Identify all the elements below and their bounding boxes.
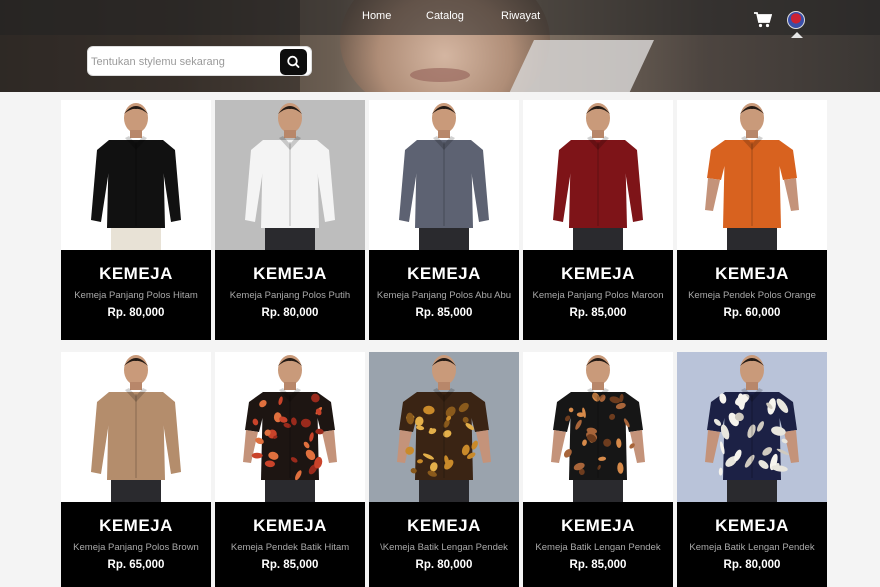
hero-model-lips — [410, 68, 470, 82]
product-category: KEMEJA — [715, 516, 789, 535]
product-photo — [61, 352, 211, 502]
product-category: KEMEJA — [99, 264, 173, 283]
product-name: Kemeja Panjang Polos Abu Abu — [376, 290, 512, 301]
product-card[interactable]: KEMEJA \Kemeja Batik Lengan Pendek Rp. 80,… — [369, 352, 519, 587]
product-price: Rp. 80,000 — [723, 559, 781, 571]
product-price: Rp. 80,000 — [107, 307, 165, 319]
product-photo — [61, 100, 211, 250]
product-card[interactable]: KEMEJA Kemeja Panjang Polos Putih Rp. 80,0… — [215, 100, 365, 340]
product-category: KEMEJA — [561, 264, 635, 283]
product-info: KEMEJA Kemeja Pendek Batik Hitam Rp. 85,00… — [215, 502, 365, 587]
product-photo — [369, 352, 519, 502]
product-name: Kemeja Panjang Polos Putih — [229, 290, 351, 301]
product-price: Rp. 80,000 — [415, 559, 473, 571]
product-category: KEMEJA — [407, 516, 481, 535]
product-name: Kemeja Panjang Polos Maroon — [532, 290, 664, 301]
product-card[interactable]: KEMEJA Kemeja Panjang Polos Brown Rp. 65,0… — [61, 352, 211, 587]
product-grid: KEMEJA Kemeja Panjang Polos Hitam Rp. 80,0… — [61, 100, 831, 587]
product-card[interactable]: KEMEJA Kemeja Panjang Polos Maroon Rp. 85,… — [523, 100, 673, 340]
nav-riwayat-link[interactable]: Riwayat — [501, 10, 540, 22]
product-name: Kemeja Batik Lengan Pendek — [689, 542, 815, 553]
profile-avatar[interactable] — [787, 11, 805, 29]
product-name: Kemeja Batik Lengan Pendek — [535, 542, 661, 553]
search-icon — [287, 55, 300, 68]
product-price: Rp. 85,000 — [415, 307, 473, 319]
product-category: KEMEJA — [715, 264, 789, 283]
product-info: KEMEJA Kemeja Panjang Polos Maroon Rp. 85,… — [523, 250, 673, 340]
product-name: Kemeja Pendek Polos Orange — [688, 290, 816, 301]
product-card[interactable]: KEMEJA Kemeja Panjang Polos Hitam Rp. 80,0… — [61, 100, 211, 340]
product-price: Rp. 80,000 — [261, 307, 319, 319]
search-input[interactable] — [91, 52, 276, 72]
product-card[interactable]: KEMEJA Kemeja Pendek Batik Hitam Rp. 85,00… — [215, 352, 365, 587]
product-info: KEMEJA Kemeja Panjang Polos Putih Rp. 80,0… — [215, 250, 365, 340]
product-card[interactable]: KEMEJA Kemeja Batik Lengan Pendek Rp. 80,0… — [677, 352, 827, 587]
nav-home-link[interactable]: Home — [362, 10, 391, 22]
product-photo — [215, 352, 365, 502]
product-name: Kemeja Panjang Polos Brown — [73, 542, 199, 553]
product-info: KEMEJA Kemeja Batik Lengan Pendek Rp. 80,0… — [677, 502, 827, 587]
product-name: \Kemeja Batik Lengan Pendek — [380, 542, 508, 553]
product-price: Rp. 65,000 — [107, 559, 165, 571]
product-card[interactable]: KEMEJA Kemeja Panjang Polos Abu Abu Rp. 85… — [369, 100, 519, 340]
product-category: KEMEJA — [561, 516, 635, 535]
product-name: Kemeja Panjang Polos Hitam — [74, 290, 198, 301]
product-photo — [677, 352, 827, 502]
product-info: KEMEJA Kemeja Panjang Polos Hitam Rp. 80,0… — [61, 250, 211, 340]
product-photo — [369, 100, 519, 250]
product-category: KEMEJA — [253, 516, 327, 535]
product-photo — [523, 100, 673, 250]
product-category: KEMEJA — [407, 264, 481, 283]
product-photo — [523, 352, 673, 502]
product-category: KEMEJA — [253, 264, 327, 283]
product-info: KEMEJA Kemeja Panjang Polos Brown Rp. 65,0… — [61, 502, 211, 587]
product-category: KEMEJA — [99, 516, 173, 535]
product-info: KEMEJA Kemeja Batik Lengan Pendek Rp. 85,0… — [523, 502, 673, 587]
product-name: Kemeja Pendek Batik Hitam — [230, 542, 350, 553]
product-card[interactable]: KEMEJA Kemeja Pendek Polos Orange Rp. 60,0… — [677, 100, 827, 340]
product-price: Rp. 60,000 — [723, 307, 781, 319]
product-info: KEMEJA \Kemeja Batik Lengan Pendek Rp. 80,… — [369, 502, 519, 587]
nav-catalog-link[interactable]: Catalog — [426, 10, 464, 22]
profile-dropdown-caret-icon[interactable] — [791, 32, 803, 38]
search-button[interactable] — [280, 49, 307, 75]
cart-icon[interactable] — [754, 12, 773, 28]
product-price: Rp. 85,000 — [261, 559, 319, 571]
product-price: Rp. 85,000 — [569, 307, 627, 319]
product-photo — [215, 100, 365, 250]
product-info: KEMEJA Kemeja Pendek Polos Orange Rp. 60,0… — [677, 250, 827, 340]
product-card[interactable]: KEMEJA Kemeja Batik Lengan Pendek Rp. 85,0… — [523, 352, 673, 587]
top-navbar: Home Catalog Riwayat — [0, 0, 880, 38]
product-price: Rp. 85,000 — [569, 559, 627, 571]
product-info: KEMEJA Kemeja Panjang Polos Abu Abu Rp. 85… — [369, 250, 519, 340]
search-bar — [87, 46, 312, 76]
product-photo — [677, 100, 827, 250]
